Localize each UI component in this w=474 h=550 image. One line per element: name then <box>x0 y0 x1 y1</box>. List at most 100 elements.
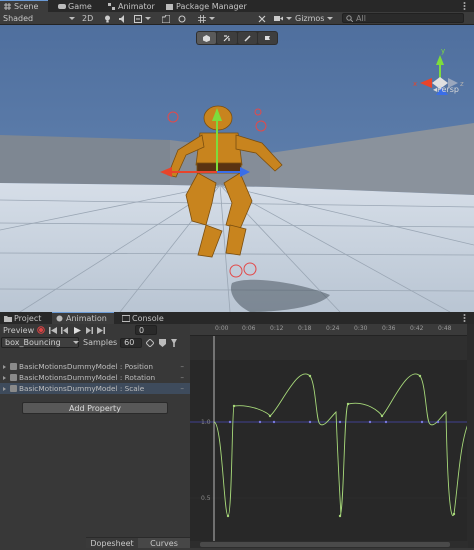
effects-icon <box>134 14 142 23</box>
transform-icon <box>10 374 17 381</box>
chevron-down-icon <box>69 17 76 20</box>
tab-package-manager[interactable]: Package Manager <box>162 0 262 12</box>
expand-icon <box>3 364 6 369</box>
audio-icon[interactable] <box>119 13 129 24</box>
tab-animation[interactable]: Animation <box>52 312 114 324</box>
2d-label: 2D <box>82 14 94 23</box>
playback-controls: Preview 0 <box>0 324 190 336</box>
prev-keyframe-button[interactable] <box>59 325 71 336</box>
chevron-down-icon <box>72 341 79 344</box>
property-label: BasicMotionsDummyModel : Rotation <box>19 373 156 382</box>
grid-icon <box>198 14 206 23</box>
scene-toolbar: Shaded 2D Gizmos All <box>0 12 474 25</box>
horizontal-scrollbar[interactable] <box>190 541 468 548</box>
move-tool-button[interactable] <box>217 32 237 44</box>
tab-label: Animator <box>118 1 155 11</box>
transform-icon <box>10 385 17 392</box>
tab-project[interactable]: Project <box>0 312 50 324</box>
curves-tab[interactable]: Curves <box>138 537 190 548</box>
filter-button[interactable] <box>168 337 180 348</box>
dopesheet-tab[interactable]: Dopesheet <box>86 537 138 548</box>
shading-mode-dropdown[interactable]: Shaded <box>0 13 76 24</box>
package-icon <box>166 3 173 10</box>
axis-z-label: z <box>460 80 464 88</box>
first-keyframe-button[interactable] <box>47 325 59 336</box>
tab-game[interactable]: Game <box>54 0 100 12</box>
more-options-icon[interactable] <box>463 314 466 324</box>
play-button[interactable] <box>71 325 83 336</box>
keyframes[interactable] <box>226 374 456 518</box>
timeline-ruler[interactable]: 0:00 0:06 0:12 0:18 0:24 0:30 0:36 0:42 … <box>190 324 468 336</box>
grid-icon <box>4 3 11 10</box>
step-back-icon <box>61 326 68 334</box>
preview-toggle[interactable]: Preview <box>3 326 35 335</box>
tab-label: Scene <box>14 2 39 11</box>
property-row-scale[interactable]: BasicMotionsDummyModel : Scale – <box>0 383 190 394</box>
grid-snapping-dropdown[interactable] <box>198 13 220 24</box>
ruler-label: 0:42 <box>410 325 424 332</box>
add-property-button[interactable]: Add Property <box>22 402 168 414</box>
tab-console[interactable]: Console <box>118 312 174 324</box>
clip-row: box_Bouncing Samples 60 <box>0 336 190 349</box>
cube-icon <box>203 34 211 42</box>
samples-label: Samples <box>83 338 118 347</box>
flag-tool-button[interactable] <box>257 32 277 44</box>
vertical-scrollbar[interactable] <box>467 324 474 548</box>
ruler-label: 0:12 <box>270 325 284 332</box>
left-wall <box>0 135 170 185</box>
property-options-icon[interactable]: – <box>180 384 184 393</box>
view-tool-button[interactable] <box>197 32 217 44</box>
shading-mode-value: Shaded <box>3 14 34 23</box>
hidden-objects-icon[interactable] <box>162 13 174 24</box>
property-options-icon[interactable]: – <box>180 373 184 382</box>
property-label: BasicMotionsDummyModel : Scale <box>19 384 145 393</box>
property-row-position[interactable]: BasicMotionsDummyModel : Position – <box>0 361 190 372</box>
animation-icon <box>56 315 63 322</box>
lighting-icon[interactable] <box>104 13 114 24</box>
position-curve[interactable] <box>213 373 469 517</box>
ruler-label: 0:24 <box>326 325 340 332</box>
scrollbar-thumb[interactable] <box>200 542 450 547</box>
clip-dropdown[interactable]: box_Bouncing <box>1 337 79 348</box>
transform-icon <box>10 363 17 370</box>
play-icon <box>73 326 81 334</box>
tab-label: Console <box>132 313 164 323</box>
effects-dropdown[interactable] <box>134 13 156 24</box>
record-button[interactable] <box>35 325 47 336</box>
brush-tool-button[interactable] <box>237 32 257 44</box>
next-keyframe-button[interactable] <box>83 325 95 336</box>
property-options-icon[interactable]: – <box>180 362 184 371</box>
search-placeholder: All <box>356 13 366 23</box>
clip-name: box_Bouncing <box>5 338 61 347</box>
tools-icon[interactable] <box>258 13 270 24</box>
move-icon <box>223 34 230 41</box>
camera-dropdown[interactable] <box>274 13 292 24</box>
search-icon <box>346 14 353 22</box>
curve-editor[interactable]: 1.0 0.5 <box>190 324 474 548</box>
ruler-label: 0:48 <box>438 325 452 332</box>
curve-label-1: 1.0 <box>201 419 211 426</box>
gizmos-dropdown[interactable]: Gizmos <box>295 13 335 24</box>
2d-toggle[interactable]: 2D <box>82 13 96 24</box>
more-options-icon[interactable] <box>463 2 466 12</box>
last-keyframe-button[interactable] <box>95 325 107 336</box>
add-event-button[interactable] <box>156 337 168 348</box>
camera-icon <box>274 16 283 21</box>
tab-scene[interactable]: Scene <box>0 0 48 12</box>
scene-search-input[interactable]: All <box>342 13 464 23</box>
expand-icon <box>3 386 6 391</box>
tab-animator[interactable]: Animator <box>104 0 162 12</box>
property-row-rotation[interactable]: BasicMotionsDummyModel : Rotation – <box>0 372 190 383</box>
samples-field[interactable]: 60 <box>120 337 143 348</box>
frame-field[interactable]: 0 <box>135 325 157 335</box>
add-keyframe-icon <box>146 338 155 347</box>
ruler-label: 0:30 <box>354 325 368 332</box>
add-keyframe-button[interactable] <box>144 337 156 348</box>
ruler-label: 0:36 <box>382 325 396 332</box>
gizmos-label: Gizmos <box>295 14 325 23</box>
scene-visibility-icon[interactable] <box>178 13 190 24</box>
axis-x-label: x <box>413 80 417 88</box>
projection-toggle[interactable]: ◂Persp <box>433 85 459 94</box>
filter-icon <box>171 338 178 347</box>
scene-viewport[interactable]: y x z <box>0 25 474 312</box>
